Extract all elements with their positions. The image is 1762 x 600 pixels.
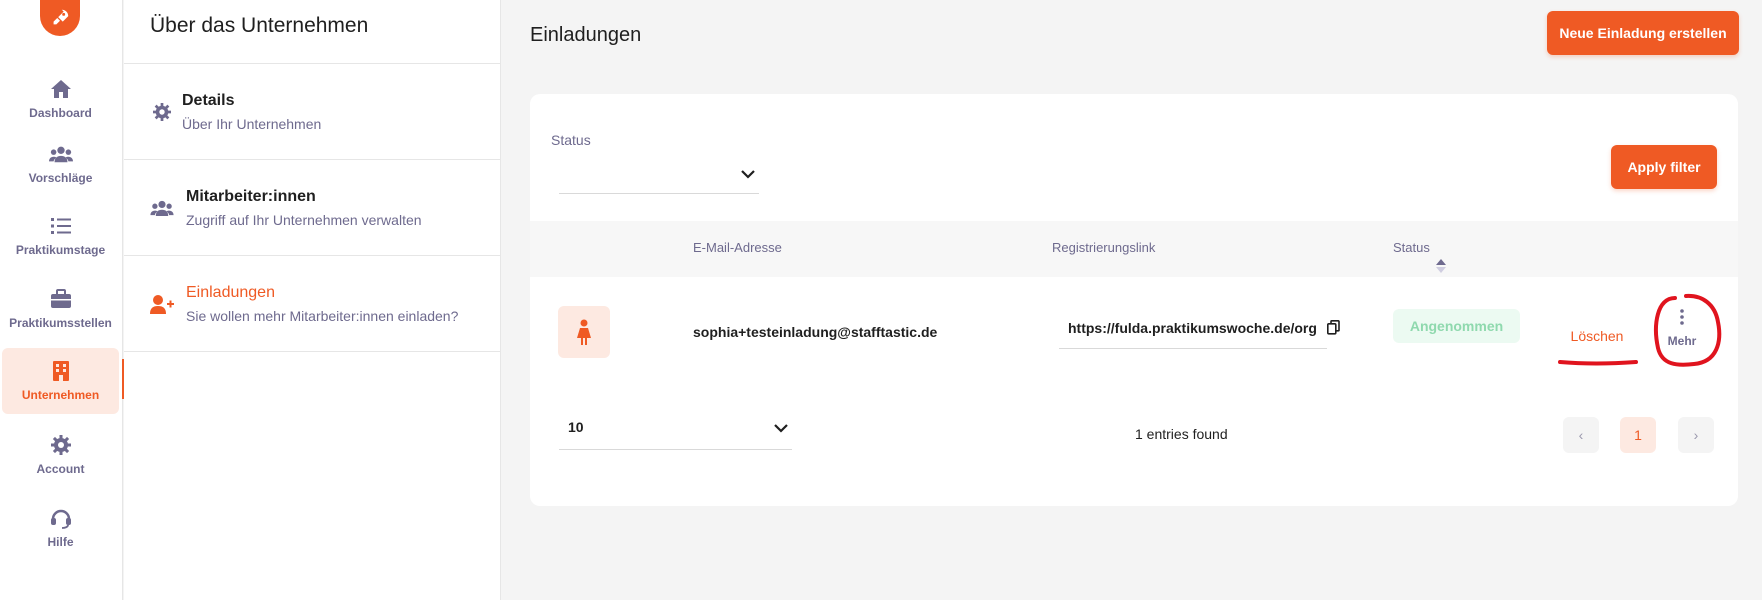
home-icon	[49, 78, 73, 100]
column-header-status[interactable]: Status	[1393, 240, 1446, 273]
briefcase-icon	[49, 288, 73, 310]
gear-icon	[148, 64, 176, 159]
page-size-select[interactable]: 10	[559, 410, 792, 450]
nav-item-label: Praktikumsstellen	[9, 316, 112, 330]
nav-item-dashboard[interactable]: Dashboard	[2, 66, 119, 132]
registration-link-text: https://fulda.praktikumswoche.de/org	[1068, 320, 1317, 336]
nav-item-label: Hilfe	[47, 535, 74, 549]
gear-icon	[49, 434, 73, 456]
chevron-down-icon	[774, 420, 788, 436]
nav-item-unternehmen[interactable]: Unternehmen	[2, 348, 119, 414]
apply-filter-button[interactable]: Apply filter	[1611, 145, 1717, 189]
sidebar-item-einladungen[interactable]: Einladungen Sie wollen mehr Mitarbeiter:…	[124, 256, 500, 352]
copy-icon[interactable]	[1326, 320, 1340, 348]
status-filter-select[interactable]	[559, 156, 759, 194]
building-icon	[49, 360, 73, 382]
page-size-value: 10	[568, 419, 584, 435]
more-actions-label: Mehr	[1667, 333, 1697, 348]
sidebar-item-subtitle: Über Ihr Unternehmen	[182, 116, 322, 132]
list-icon	[49, 215, 73, 237]
sidebar-item-subtitle: Zugriff auf Ihr Unternehmen verwalten	[186, 212, 422, 228]
sidebar-title: Über das Unternehmen	[124, 0, 500, 64]
table-header: E-Mail-Adresse Registrierungslink Status	[530, 221, 1738, 277]
main-navigation-rail: Dashboard Vorschläge Praktikumstage Prak…	[0, 0, 123, 600]
nav-item-vorschlaege[interactable]: Vorschläge	[2, 131, 119, 197]
sidebar-item-mitarbeiter[interactable]: Mitarbeiter:innen Zugriff auf Ihr Untern…	[124, 160, 500, 256]
next-page-button[interactable]: ›	[1678, 417, 1714, 453]
registration-link-field[interactable]: https://fulda.praktikumswoche.de/org	[1059, 309, 1340, 349]
sidebar-item-title: Einladungen	[186, 284, 275, 301]
headset-icon	[49, 507, 73, 529]
column-header-link[interactable]: Registrierungslink	[1052, 240, 1155, 255]
person-avatar-icon	[558, 306, 610, 358]
company-settings-sidebar: Über das Unternehmen Details Über Ihr Un…	[124, 0, 501, 600]
users-icon	[148, 160, 176, 255]
column-header-status-label: Status	[1393, 240, 1430, 255]
sidebar-item-subtitle: Sie wollen mehr Mitarbeiter:innen einlad…	[186, 308, 459, 324]
nav-item-account[interactable]: Account	[2, 422, 119, 488]
invitation-email: sophia+testeinladung@stafftastic.de	[693, 324, 938, 340]
users-icon	[48, 143, 73, 165]
user-plus-icon	[148, 256, 176, 351]
more-actions-button[interactable]: Mehr	[1657, 299, 1707, 357]
sort-icon	[1435, 259, 1446, 276]
nav-item-label: Praktikumstage	[15, 243, 106, 257]
nav-item-label: Dashboard	[29, 106, 92, 120]
nav-item-label: Vorschläge	[28, 171, 93, 185]
nav-item-praktikumstage[interactable]: Praktikumstage	[2, 203, 119, 269]
table-row: sophia+testeinladung@stafftastic.de http…	[530, 277, 1738, 381]
column-header-email[interactable]: E-Mail-Adresse	[693, 240, 782, 255]
new-invitation-button[interactable]: Neue Einladung erstellen	[1547, 11, 1739, 55]
delete-button[interactable]: Löschen	[1552, 316, 1642, 356]
sidebar-item-title: Details	[182, 92, 235, 109]
invitations-card: Status Apply filter E-Mail-Adresse Regis…	[530, 94, 1738, 506]
nav-item-label: Account	[36, 462, 85, 476]
entries-count: 1 entries found	[1135, 426, 1228, 442]
sidebar-item-title: Mitarbeiter:innen	[186, 188, 316, 205]
nav-item-praktikumsstellen[interactable]: Praktikumsstellen	[2, 276, 119, 342]
vertical-dots-icon	[1680, 308, 1684, 328]
status-badge: Angenommen	[1393, 309, 1520, 343]
rocket-logo-icon[interactable]	[40, 0, 80, 36]
sidebar-item-details[interactable]: Details Über Ihr Unternehmen	[124, 64, 500, 160]
status-filter-label: Status	[551, 132, 591, 148]
nav-item-label: Unternehmen	[21, 388, 100, 402]
nav-item-hilfe[interactable]: Hilfe	[2, 495, 119, 561]
chevron-down-icon	[741, 166, 755, 184]
page-title: Einladungen	[530, 24, 642, 46]
previous-page-button[interactable]: ‹	[1563, 417, 1599, 453]
page-button-current[interactable]: 1	[1620, 417, 1656, 453]
